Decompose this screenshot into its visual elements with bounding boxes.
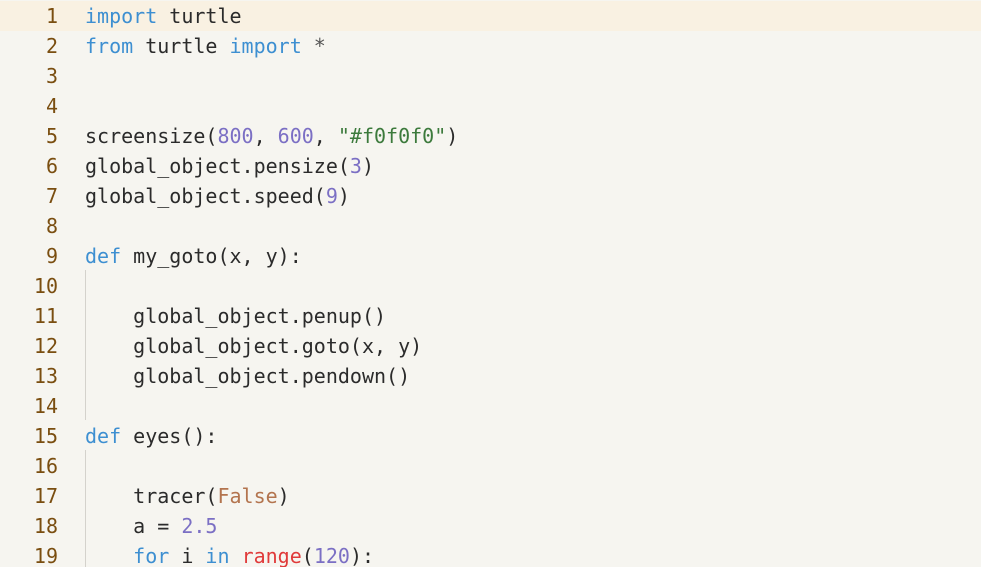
- line-number: 17: [33, 484, 58, 508]
- code-token: screensize(: [85, 124, 218, 148]
- code-text: for i in range(120):: [85, 541, 374, 567]
- code-token: range: [241, 544, 302, 567]
- code-token: 9: [325, 184, 338, 208]
- code-text: global_object.pensize(3): [85, 151, 374, 181]
- code-text: global_object.goto(x, y): [85, 331, 422, 361]
- code-token: def: [85, 244, 122, 268]
- code-token: False: [217, 484, 278, 508]
- code-token: import: [85, 4, 158, 28]
- code-line[interactable]: 5 screensize(800, 600, "#f0f0f0"): [0, 121, 981, 151]
- code-token: ,: [253, 124, 278, 148]
- code-line[interactable]: 18 a = 2.5: [0, 511, 981, 541]
- code-line[interactable]: 16: [0, 451, 981, 481]
- code-line[interactable]: 11 global_object.penup(): [0, 301, 981, 331]
- code-editor[interactable]: 1 import turtle 2 from turtle import * 3 4 5 sc…: [0, 0, 981, 567]
- code-token: 800: [217, 124, 254, 148]
- code-line[interactable]: 4: [0, 91, 981, 121]
- code-token: in: [205, 544, 230, 567]
- code-token: import: [229, 34, 302, 58]
- code-token: ): [337, 184, 350, 208]
- line-number: 16: [33, 454, 58, 478]
- line-number: 7: [45, 184, 58, 208]
- code-line[interactable]: 3: [0, 61, 981, 91]
- line-number: 19: [33, 544, 58, 567]
- line-number: 10: [33, 274, 58, 298]
- code-token: (: [301, 544, 314, 567]
- code-token: from: [85, 34, 134, 58]
- line-number: 12: [33, 334, 58, 358]
- code-text: global_object.speed(9): [85, 181, 350, 211]
- code-text: from turtle import *: [85, 31, 326, 61]
- code-token: 120: [313, 544, 350, 567]
- code-token: my_goto(x, y):: [121, 244, 302, 268]
- code-token: ): [361, 154, 374, 178]
- code-line[interactable]: 6 global_object.pensize(3): [0, 151, 981, 181]
- code-token: tracer(: [85, 484, 218, 508]
- code-token: turtle: [133, 34, 230, 58]
- code-token: i: [169, 544, 206, 567]
- line-number: 18: [33, 514, 58, 538]
- code-token: turtle: [157, 4, 242, 28]
- code-token: def: [85, 424, 122, 448]
- code-token: ): [277, 484, 290, 508]
- code-token: ,: [313, 124, 338, 148]
- code-token: a =: [85, 514, 182, 538]
- code-text: def my_goto(x, y):: [85, 241, 302, 271]
- line-number: 9: [45, 244, 58, 268]
- line-number: 14: [33, 394, 58, 418]
- line-number: 2: [45, 34, 58, 58]
- code-text: screensize(800, 600, "#f0f0f0"): [85, 121, 458, 151]
- code-token: global_object.pendown(): [85, 364, 411, 388]
- code-token: eyes():: [121, 424, 218, 448]
- code-line[interactable]: 14: [0, 391, 981, 421]
- code-line[interactable]: 19 for i in range(120):: [0, 541, 981, 567]
- code-line[interactable]: 7 global_object.speed(9): [0, 181, 981, 211]
- line-number: 8: [45, 214, 58, 238]
- code-line[interactable]: 12 global_object.goto(x, y): [0, 331, 981, 361]
- code-token: global_object.speed(: [85, 184, 326, 208]
- code-token: ): [446, 124, 459, 148]
- code-text: global_object.penup(): [85, 301, 386, 331]
- line-number: 4: [45, 94, 58, 118]
- code-line[interactable]: 1 import turtle: [0, 1, 981, 31]
- code-line[interactable]: 10: [0, 271, 981, 301]
- line-number: 11: [33, 304, 58, 328]
- code-text: tracer(False): [85, 481, 290, 511]
- code-token: global_object.goto(x, y): [85, 334, 423, 358]
- code-line[interactable]: 9 def my_goto(x, y):: [0, 241, 981, 271]
- code-token: *: [301, 34, 326, 58]
- code-text: import turtle: [85, 1, 242, 31]
- code-token: 3: [349, 154, 362, 178]
- code-line[interactable]: 15 def eyes():: [0, 421, 981, 451]
- code-line[interactable]: 2 from turtle import *: [0, 31, 981, 61]
- code-token: 600: [277, 124, 314, 148]
- code-token: global_object.pensize(: [85, 154, 350, 178]
- code-line[interactable]: 13 global_object.pendown(): [0, 361, 981, 391]
- line-number: 13: [33, 364, 58, 388]
- code-token: for: [133, 544, 170, 567]
- code-text: a = 2.5: [85, 511, 217, 541]
- code-token: ):: [349, 544, 375, 567]
- code-token: 2.5: [181, 514, 218, 538]
- line-number: 6: [45, 154, 58, 178]
- code-text: global_object.pendown(): [85, 361, 410, 391]
- code-line[interactable]: 8: [0, 211, 981, 241]
- line-number: 3: [45, 64, 58, 88]
- code-text: def eyes():: [85, 421, 217, 451]
- line-number: 5: [45, 124, 58, 148]
- code-token: global_object.penup(): [85, 304, 387, 328]
- code-token: "#f0f0f0": [337, 124, 447, 148]
- code-line[interactable]: 17 tracer(False): [0, 481, 981, 511]
- line-number: 1: [45, 4, 58, 28]
- line-number: 15: [33, 424, 58, 448]
